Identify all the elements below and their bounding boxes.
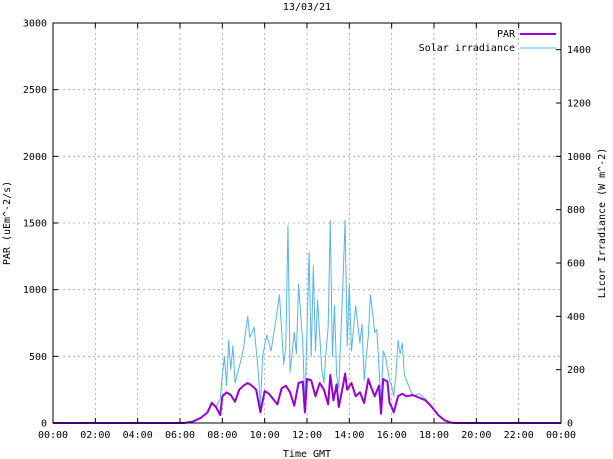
x-tick-label: 02:00 (80, 430, 110, 441)
x-tick-label: 14:00 (334, 430, 364, 441)
chart: 00:00 02:00 04:00 06:00 08:00 10:00 12:00 14:00… (2, 2, 608, 459)
y2-tick-label: 1400 (567, 45, 591, 56)
x-tick-label: 08:00 (207, 430, 237, 441)
x-tick-label: 00:00 (38, 430, 68, 441)
x-tick-label: 04:00 (123, 430, 153, 441)
x-tick-label: 10:00 (250, 430, 280, 441)
y-tick-label: 500 (29, 352, 47, 363)
y-tick-label: 0 (41, 419, 47, 430)
legend: PAR Solar irradiance (419, 29, 556, 54)
legend-label-solar-irradiance: Solar irradiance (419, 43, 515, 54)
y2-tick-label: 1000 (567, 152, 591, 163)
x-tick-label: 22:00 (504, 430, 534, 441)
y-tick-label: 1000 (23, 285, 47, 296)
y-axis-label: PAR (uEm^-2/s) (2, 181, 13, 265)
x-tick-label: 16:00 (377, 430, 407, 441)
y-tick-label: 1500 (23, 219, 47, 230)
plot-series (53, 219, 561, 424)
chart-title: 13/03/21 (283, 2, 331, 13)
x-tick-label: 20:00 (461, 430, 491, 441)
x-tick-label: 18:00 (419, 430, 449, 441)
y2-tick-label: 0 (567, 419, 573, 430)
y2-tick-label: 600 (567, 259, 585, 270)
x-axis-label: Time GMT (283, 449, 331, 459)
y-tick-label: 2500 (23, 85, 47, 96)
x-tick-label: 00:00 (546, 430, 576, 441)
y2-tick-label: 800 (567, 205, 585, 216)
y2-tick-label: 200 (567, 365, 585, 376)
y2-tick-label: 1200 (567, 99, 591, 110)
y2-tick-label: 400 (567, 312, 585, 323)
legend-label-par: PAR (497, 29, 516, 40)
y2-axis-label: Licor Irradiance (W m^-2) (597, 148, 608, 299)
x-tick-label: 12:00 (292, 430, 322, 441)
y-tick-label: 2000 (23, 152, 47, 163)
grid-lines (53, 23, 561, 423)
y-tick-label: 3000 (23, 19, 47, 30)
x-tick-label: 06:00 (165, 430, 195, 441)
